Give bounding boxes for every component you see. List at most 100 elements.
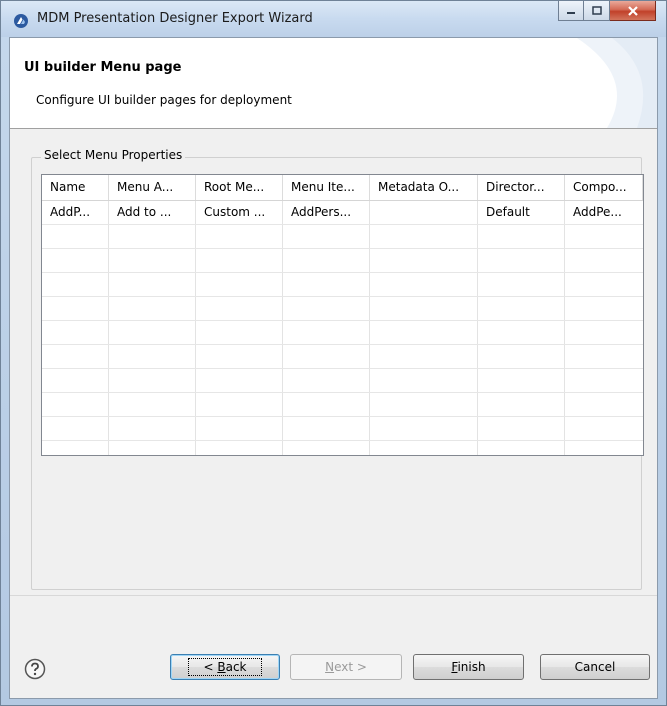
empty-table-cell <box>196 321 283 344</box>
empty-table-cell <box>565 297 643 320</box>
back-button[interactable]: < Back <box>170 654 280 680</box>
empty-table-cell <box>283 369 370 392</box>
empty-table-cell <box>283 225 370 248</box>
empty-table-cell <box>196 417 283 440</box>
window-controls <box>558 1 656 23</box>
table-cell[interactable]: AddP... <box>42 201 109 224</box>
empty-table-cell <box>283 393 370 416</box>
empty-table-cell <box>370 225 478 248</box>
empty-table-row <box>42 417 643 441</box>
table-cell[interactable]: Add to ... <box>109 201 196 224</box>
title-bar[interactable]: MDM Presentation Designer Export Wizard <box>1 1 666 37</box>
minimize-icon[interactable] <box>558 1 584 21</box>
empty-table-cell <box>42 321 109 344</box>
empty-table-row <box>42 441 643 455</box>
empty-table-cell <box>109 369 196 392</box>
app-icon <box>14 14 28 28</box>
cancel-button[interactable]: Cancel <box>540 654 650 680</box>
help-icon[interactable] <box>24 658 46 680</box>
empty-table-cell <box>42 441 109 455</box>
column-header[interactable]: Metadata O... <box>370 175 478 200</box>
empty-table-cell <box>283 273 370 296</box>
menu-properties-table[interactable]: Name Menu A... Root Me... Menu Ite... Me… <box>41 174 644 456</box>
cancel-button-label: Cancel <box>574 660 616 674</box>
empty-table-cell <box>196 297 283 320</box>
empty-table-cell <box>42 345 109 368</box>
table-cell[interactable] <box>370 201 478 224</box>
empty-table-cell <box>196 273 283 296</box>
column-header[interactable]: Root Me... <box>196 175 283 200</box>
window-title: MDM Presentation Designer Export Wizard <box>37 11 313 26</box>
empty-table-cell <box>478 393 565 416</box>
empty-table-cell <box>196 249 283 272</box>
empty-table-row <box>42 249 643 273</box>
empty-table-cell <box>370 297 478 320</box>
table-cell[interactable]: Custom ... <box>196 201 283 224</box>
table-cell[interactable]: AddPe... <box>565 201 643 224</box>
column-header[interactable]: Compo... <box>565 175 643 200</box>
empty-table-cell <box>283 321 370 344</box>
empty-table-cell <box>109 225 196 248</box>
empty-table-cell <box>565 393 643 416</box>
empty-table-cell <box>565 345 643 368</box>
empty-table-row <box>42 321 643 345</box>
maximize-icon[interactable] <box>584 1 610 21</box>
empty-table-cell <box>565 249 643 272</box>
column-header[interactable]: Name <box>42 175 109 200</box>
empty-table-cell <box>196 345 283 368</box>
finish-button[interactable]: Finish <box>413 654 524 680</box>
empty-table-cell <box>370 321 478 344</box>
footer-separator <box>10 595 657 596</box>
column-header[interactable]: Director... <box>478 175 565 200</box>
empty-table-cell <box>370 393 478 416</box>
empty-table-cell <box>109 417 196 440</box>
close-icon[interactable] <box>610 1 656 21</box>
empty-table-cell <box>370 417 478 440</box>
empty-table-cell <box>42 417 109 440</box>
empty-table-cell <box>370 345 478 368</box>
empty-table-cell <box>565 441 643 455</box>
empty-table-cell <box>478 345 565 368</box>
empty-table-cell <box>109 249 196 272</box>
empty-table-row <box>42 369 643 393</box>
table-header: Name Menu A... Root Me... Menu Ite... Me… <box>42 175 643 201</box>
empty-table-cell <box>109 441 196 455</box>
empty-table-row <box>42 225 643 249</box>
empty-table-cell <box>478 417 565 440</box>
empty-table-row <box>42 297 643 321</box>
wizard-header: UI builder Menu page Configure UI builde… <box>10 38 657 129</box>
page-description: Configure UI builder pages for deploymen… <box>36 93 292 107</box>
empty-table-cell <box>196 441 283 455</box>
empty-table-cell <box>283 441 370 455</box>
column-header[interactable]: Menu Ite... <box>283 175 370 200</box>
empty-table-cell <box>42 273 109 296</box>
header-decoration <box>577 38 657 128</box>
empty-table-row <box>42 345 643 369</box>
empty-table-cell <box>109 297 196 320</box>
empty-table-cell <box>42 225 109 248</box>
empty-table-cell <box>109 273 196 296</box>
next-button[interactable]: Next > <box>290 654 402 680</box>
empty-table-cell <box>370 441 478 455</box>
group-label: Select Menu Properties <box>41 148 186 162</box>
empty-table-cell <box>283 297 370 320</box>
table-cell[interactable]: Default <box>478 201 565 224</box>
empty-table-row <box>42 393 643 417</box>
empty-table-cell <box>109 345 196 368</box>
empty-table-cell <box>42 249 109 272</box>
empty-table-cell <box>478 321 565 344</box>
table-cell[interactable]: AddPers... <box>283 201 370 224</box>
empty-table-cell <box>370 273 478 296</box>
finish-button-label: Finish <box>451 660 486 674</box>
empty-table-cell <box>370 249 478 272</box>
table-row[interactable]: AddP... Add to ... Custom ... AddPers...… <box>42 201 643 225</box>
wizard-window: MDM Presentation Designer Export Wizard … <box>0 0 667 706</box>
empty-table-cell <box>109 321 196 344</box>
empty-table-cell <box>478 249 565 272</box>
column-header[interactable]: Menu A... <box>109 175 196 200</box>
empty-table-row <box>42 273 643 297</box>
empty-table-cell <box>283 249 370 272</box>
empty-table-cell <box>196 393 283 416</box>
empty-table-cell <box>109 393 196 416</box>
empty-table-cell <box>42 297 109 320</box>
